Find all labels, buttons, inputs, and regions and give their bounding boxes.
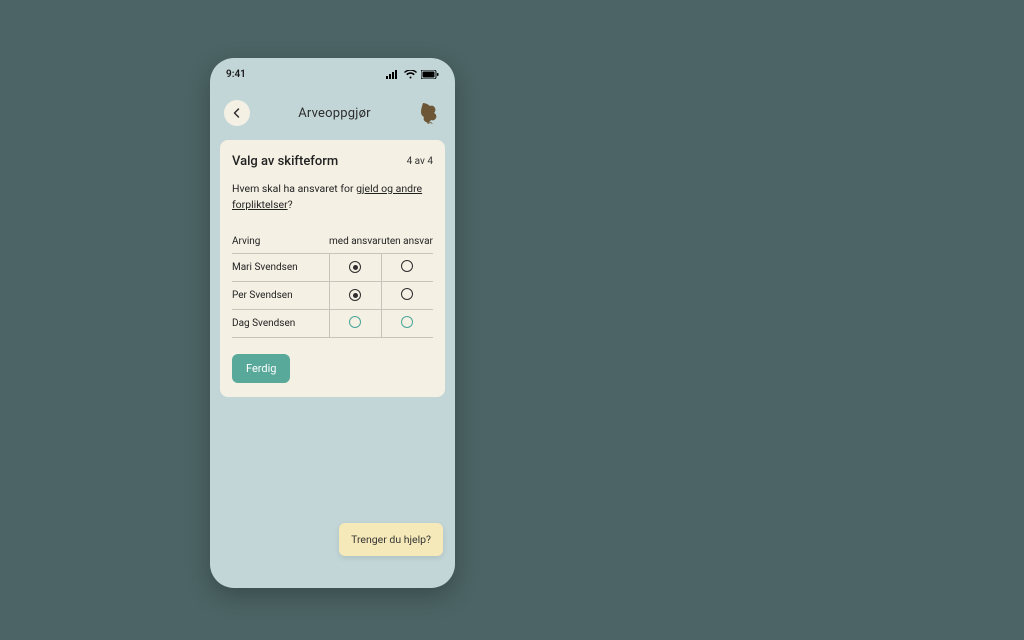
table-body: Mari SvendsenPer SvendsenDag Svendsen: [232, 253, 433, 337]
form-card: Valg av skifteform 4 av 4 Hvem skal ha a…: [220, 140, 445, 397]
done-button[interactable]: Ferdig: [232, 354, 290, 383]
cell-with: [329, 309, 381, 337]
card-title: Valg av skifteform: [232, 154, 338, 169]
back-button[interactable]: [224, 100, 250, 126]
radio-without[interactable]: [401, 260, 413, 272]
page-title: Arveoppgjør: [298, 106, 371, 121]
app-header: Arveoppgjør: [210, 82, 455, 136]
status-icons: [386, 70, 439, 79]
cell-without: [381, 309, 433, 337]
heir-name: Dag Svendsen: [232, 309, 329, 337]
radio-with[interactable]: [349, 316, 361, 328]
question-text: Hvem skal ha ansvaret for gjeld og andre…: [232, 181, 433, 214]
responsibility-table: Arving med ansvar uten ansvar Mari Svend…: [232, 230, 433, 338]
arrow-left-icon: [231, 107, 243, 119]
radio-without[interactable]: [401, 288, 413, 300]
cell-without: [381, 281, 433, 309]
phone-frame: 9:41 Arveoppgjør Valg av skifteform 4 av…: [210, 58, 455, 588]
radio-with[interactable]: [349, 289, 361, 301]
col-heir: Arving: [232, 230, 329, 254]
cell-without: [381, 253, 433, 281]
col-without: uten ansvar: [381, 230, 433, 254]
status-bar: 9:41: [210, 58, 455, 82]
status-time: 9:41: [226, 69, 246, 80]
help-bubble[interactable]: Trenger du hjelp?: [339, 523, 443, 556]
step-indicator: 4 av 4: [407, 156, 433, 167]
radio-with[interactable]: [349, 261, 361, 273]
cellular-icon: [386, 70, 400, 79]
question-prefix: Hvem skal ha ansvaret for: [232, 182, 356, 195]
crest-icon: [419, 101, 441, 125]
question-suffix: ?: [288, 198, 293, 211]
card-header: Valg av skifteform 4 av 4: [232, 154, 433, 169]
cell-with: [329, 281, 381, 309]
col-with: med ansvar: [329, 230, 381, 254]
table-row: Mari Svendsen: [232, 253, 433, 281]
cell-with: [329, 253, 381, 281]
heir-name: Mari Svendsen: [232, 253, 329, 281]
heir-name: Per Svendsen: [232, 281, 329, 309]
table-row: Dag Svendsen: [232, 309, 433, 337]
wifi-icon: [404, 70, 417, 79]
radio-without[interactable]: [401, 316, 413, 328]
table-row: Per Svendsen: [232, 281, 433, 309]
battery-icon: [421, 70, 439, 79]
